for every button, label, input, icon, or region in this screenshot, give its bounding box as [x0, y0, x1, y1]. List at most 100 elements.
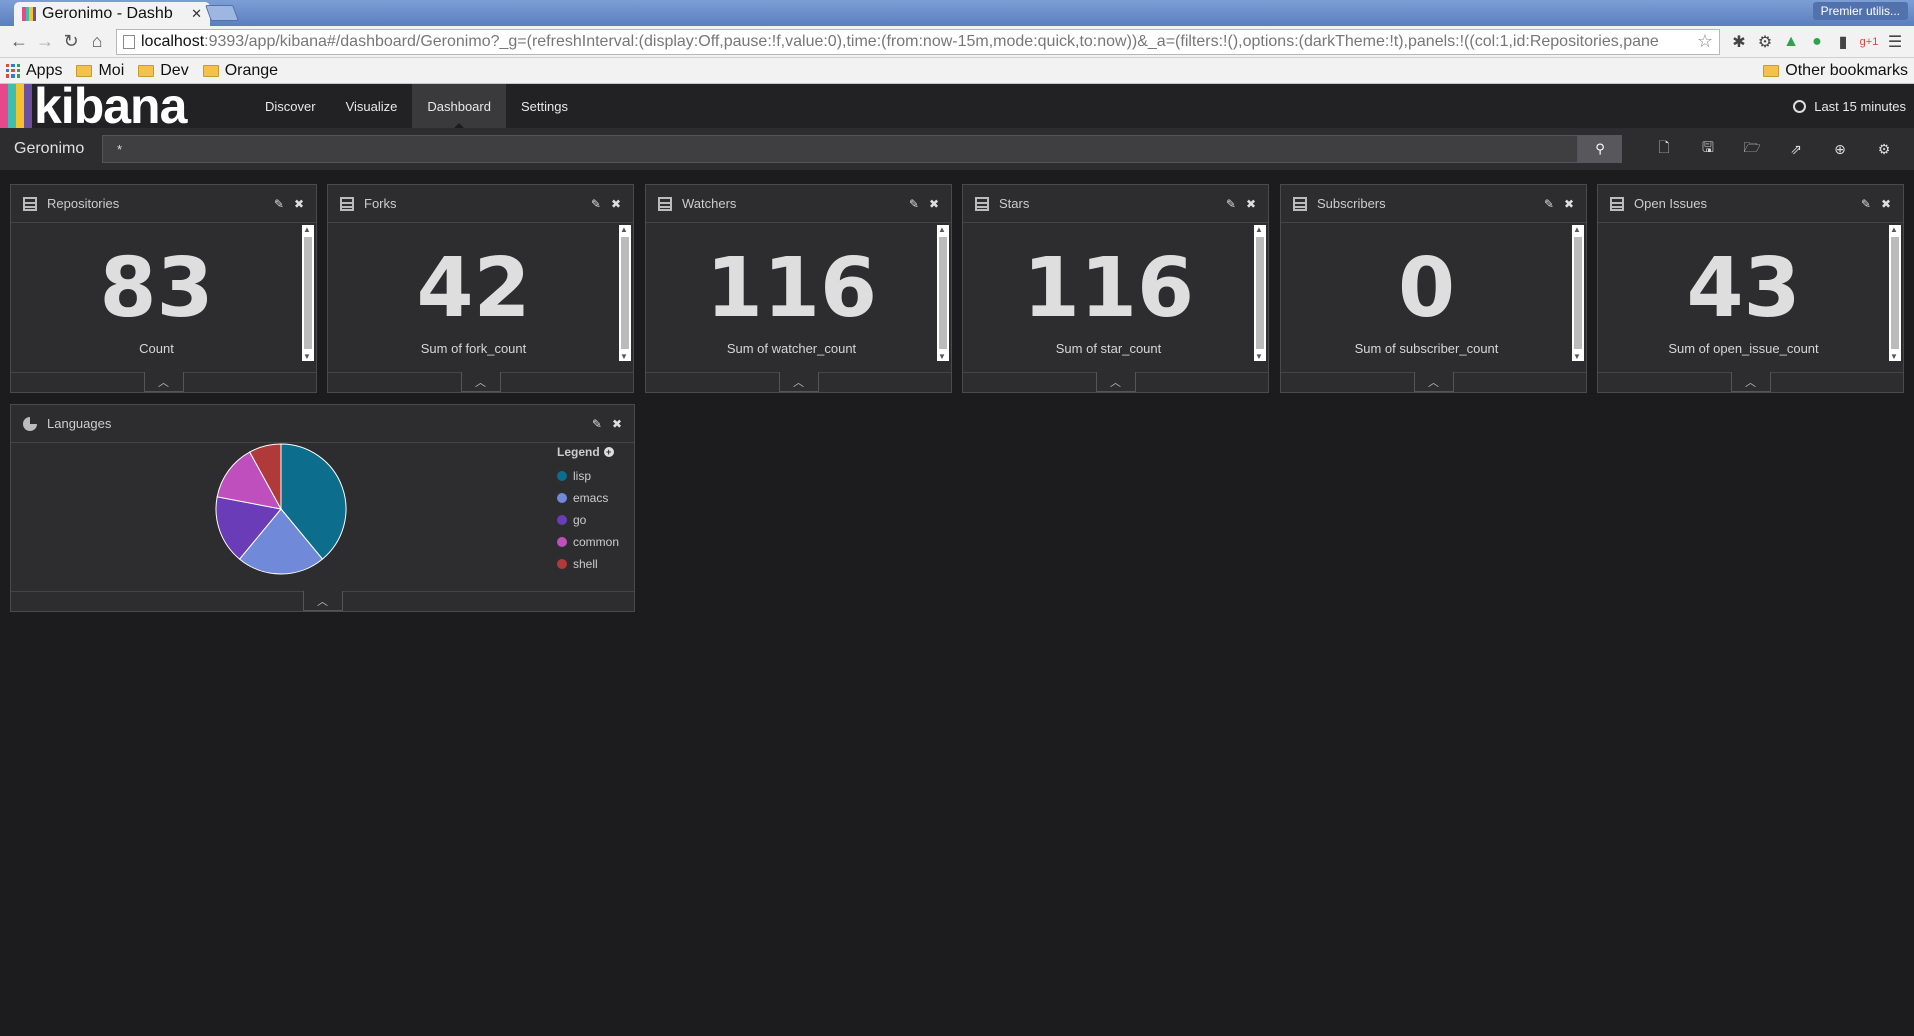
panel-header: Languages ✎ ✖: [11, 405, 634, 443]
metric-panel-open-issues: Open Issues ✎ ✖ 43 Sum of open_issue_cou…: [1597, 184, 1904, 393]
home-icon[interactable]: ⌂: [84, 29, 110, 55]
reload-icon[interactable]: ↻: [58, 29, 84, 55]
metric-panel-subscribers: Subscribers ✎ ✖ 0 Sum of subscriber_coun…: [1280, 184, 1587, 393]
close-icon[interactable]: ✖: [1881, 197, 1891, 211]
menu-icon[interactable]: ☰: [1882, 29, 1908, 55]
panel-title: Forks: [364, 196, 397, 211]
nav-settings[interactable]: Settings: [506, 84, 583, 128]
kibana-logo[interactable]: kibana: [0, 81, 250, 131]
edit-pencil-icon[interactable]: ✎: [909, 197, 919, 211]
metric-body: 43 Sum of open_issue_count ▲ ▼: [1598, 223, 1903, 364]
search-input[interactable]: *: [102, 135, 1578, 163]
panel-footer: ︿: [963, 372, 1268, 392]
table-icon: [23, 196, 37, 211]
bookmark-moi[interactable]: Moi: [76, 62, 124, 80]
bookmark-apps[interactable]: Apps: [6, 62, 62, 80]
legend-item-go[interactable]: go: [557, 509, 619, 531]
edit-pencil-icon[interactable]: ✎: [592, 417, 602, 431]
panel-header: Repositories ✎ ✖: [11, 185, 316, 223]
clock-icon: [1793, 99, 1807, 113]
edit-pencil-icon[interactable]: ✎: [1544, 197, 1554, 211]
chevron-up-icon[interactable]: ︿: [1413, 372, 1454, 392]
bookmark-dev[interactable]: Dev: [138, 62, 189, 80]
metric-body: 0 Sum of subscriber_count ▲ ▼: [1281, 223, 1586, 364]
table-icon: [1293, 196, 1307, 211]
edit-pencil-icon[interactable]: ✎: [1226, 197, 1236, 211]
extension-green-icon[interactable]: ●: [1804, 29, 1830, 55]
metric-value: 0: [1397, 241, 1456, 336]
forward-icon[interactable]: →: [32, 29, 58, 55]
scrollbar[interactable]: ▲ ▼: [1254, 225, 1266, 361]
panel-header: Open Issues ✎ ✖: [1598, 185, 1903, 223]
close-icon[interactable]: ✖: [612, 417, 622, 431]
close-icon[interactable]: ✖: [929, 197, 939, 211]
bookmark-orange[interactable]: Orange: [202, 62, 278, 80]
gear-icon[interactable]: ⚙: [1752, 29, 1778, 55]
search-button[interactable]: ⚲: [1578, 135, 1622, 163]
page-icon: [123, 34, 135, 49]
new-tab-button[interactable]: [205, 5, 239, 21]
bookmark-star-icon[interactable]: ☆: [1697, 31, 1713, 52]
legend-label: common: [573, 535, 620, 549]
scrollbar[interactable]: ▲ ▼: [1889, 225, 1901, 361]
other-bookmarks[interactable]: Other bookmarks: [1763, 62, 1908, 80]
save-icon[interactable]: 🖫: [1686, 135, 1730, 163]
open-folder-icon[interactable]: 🗁: [1730, 135, 1774, 163]
back-icon[interactable]: ←: [6, 29, 32, 55]
panel-title: Open Issues: [1634, 196, 1707, 211]
edit-pencil-icon[interactable]: ✎: [1861, 197, 1871, 211]
panel-footer: ︿: [646, 372, 951, 392]
legend-item-emacs[interactable]: emacs: [557, 487, 619, 509]
chevron-up-icon[interactable]: ︿: [460, 372, 501, 392]
panel-title: Watchers: [682, 196, 737, 211]
metric-label: Sum of open_issue_count: [1668, 341, 1819, 356]
legend-item-lisp[interactable]: lisp: [557, 465, 619, 487]
scrollbar[interactable]: ▲ ▼: [619, 225, 631, 361]
extension-bug-icon[interactable]: ✱: [1726, 29, 1752, 55]
legend-item-common[interactable]: common: [557, 531, 619, 553]
google-plus-icon[interactable]: g+1: [1856, 29, 1882, 55]
metric-body: 116 Sum of watcher_count ▲ ▼: [646, 223, 951, 364]
nav-dashboard[interactable]: Dashboard: [412, 84, 506, 128]
chevron-up-icon[interactable]: ︿: [1730, 372, 1771, 392]
table-icon: [340, 196, 354, 211]
nav-visualize[interactable]: Visualize: [331, 84, 413, 128]
pie-chart-icon: [23, 416, 37, 431]
scrollbar[interactable]: ▲ ▼: [937, 225, 949, 361]
chevron-up-icon[interactable]: ︿: [778, 372, 819, 392]
profile-button[interactable]: Premier utilis...: [1812, 2, 1908, 20]
edit-pencil-icon[interactable]: ✎: [591, 197, 601, 211]
add-panel-icon[interactable]: ⊕: [1818, 135, 1862, 163]
legend-toggle[interactable]: Legend +: [557, 445, 619, 459]
close-icon[interactable]: ✖: [1246, 197, 1256, 211]
table-icon: [975, 196, 989, 211]
panel-footer: ︿: [1281, 372, 1586, 392]
tab-close-icon[interactable]: ✕: [191, 6, 202, 22]
close-icon[interactable]: ✖: [1564, 197, 1574, 211]
nav-discover[interactable]: Discover: [250, 84, 331, 128]
settings-gear-icon[interactable]: ⚙: [1862, 135, 1906, 163]
address-bar[interactable]: localhost:9393/app/kibana#/dashboard/Ger…: [116, 28, 1720, 55]
legend-toggle-icon: +: [603, 447, 614, 457]
legend-swatch: [557, 559, 567, 569]
chevron-up-icon[interactable]: ︿: [143, 372, 184, 392]
time-picker[interactable]: Last 15 minutes: [1793, 84, 1914, 128]
metric-body: 116 Sum of star_count ▲ ▼: [963, 223, 1268, 364]
kibana-favicon-icon: [22, 7, 36, 21]
browser-tab[interactable]: Geronimo - Dashb ✕: [14, 2, 210, 26]
legend-swatch: [557, 471, 567, 481]
chevron-up-icon[interactable]: ︿: [302, 591, 343, 611]
scrollbar[interactable]: ▲ ▼: [1572, 225, 1584, 361]
new-dashboard-icon[interactable]: 🗋: [1642, 135, 1686, 163]
close-icon[interactable]: ✖: [294, 197, 304, 211]
panel-footer: ︿: [328, 372, 633, 392]
legend-item-shell[interactable]: shell: [557, 553, 619, 575]
chevron-up-icon[interactable]: ︿: [1095, 372, 1136, 392]
close-icon[interactable]: ✖: [611, 197, 621, 211]
extension-phone-icon[interactable]: ▮: [1830, 29, 1856, 55]
drive-icon[interactable]: ▲: [1778, 29, 1804, 55]
edit-pencil-icon[interactable]: ✎: [274, 197, 284, 211]
share-icon[interactable]: ⇗: [1774, 135, 1818, 163]
metric-label: Sum of fork_count: [420, 341, 527, 356]
scrollbar[interactable]: ▲ ▼: [302, 225, 314, 361]
